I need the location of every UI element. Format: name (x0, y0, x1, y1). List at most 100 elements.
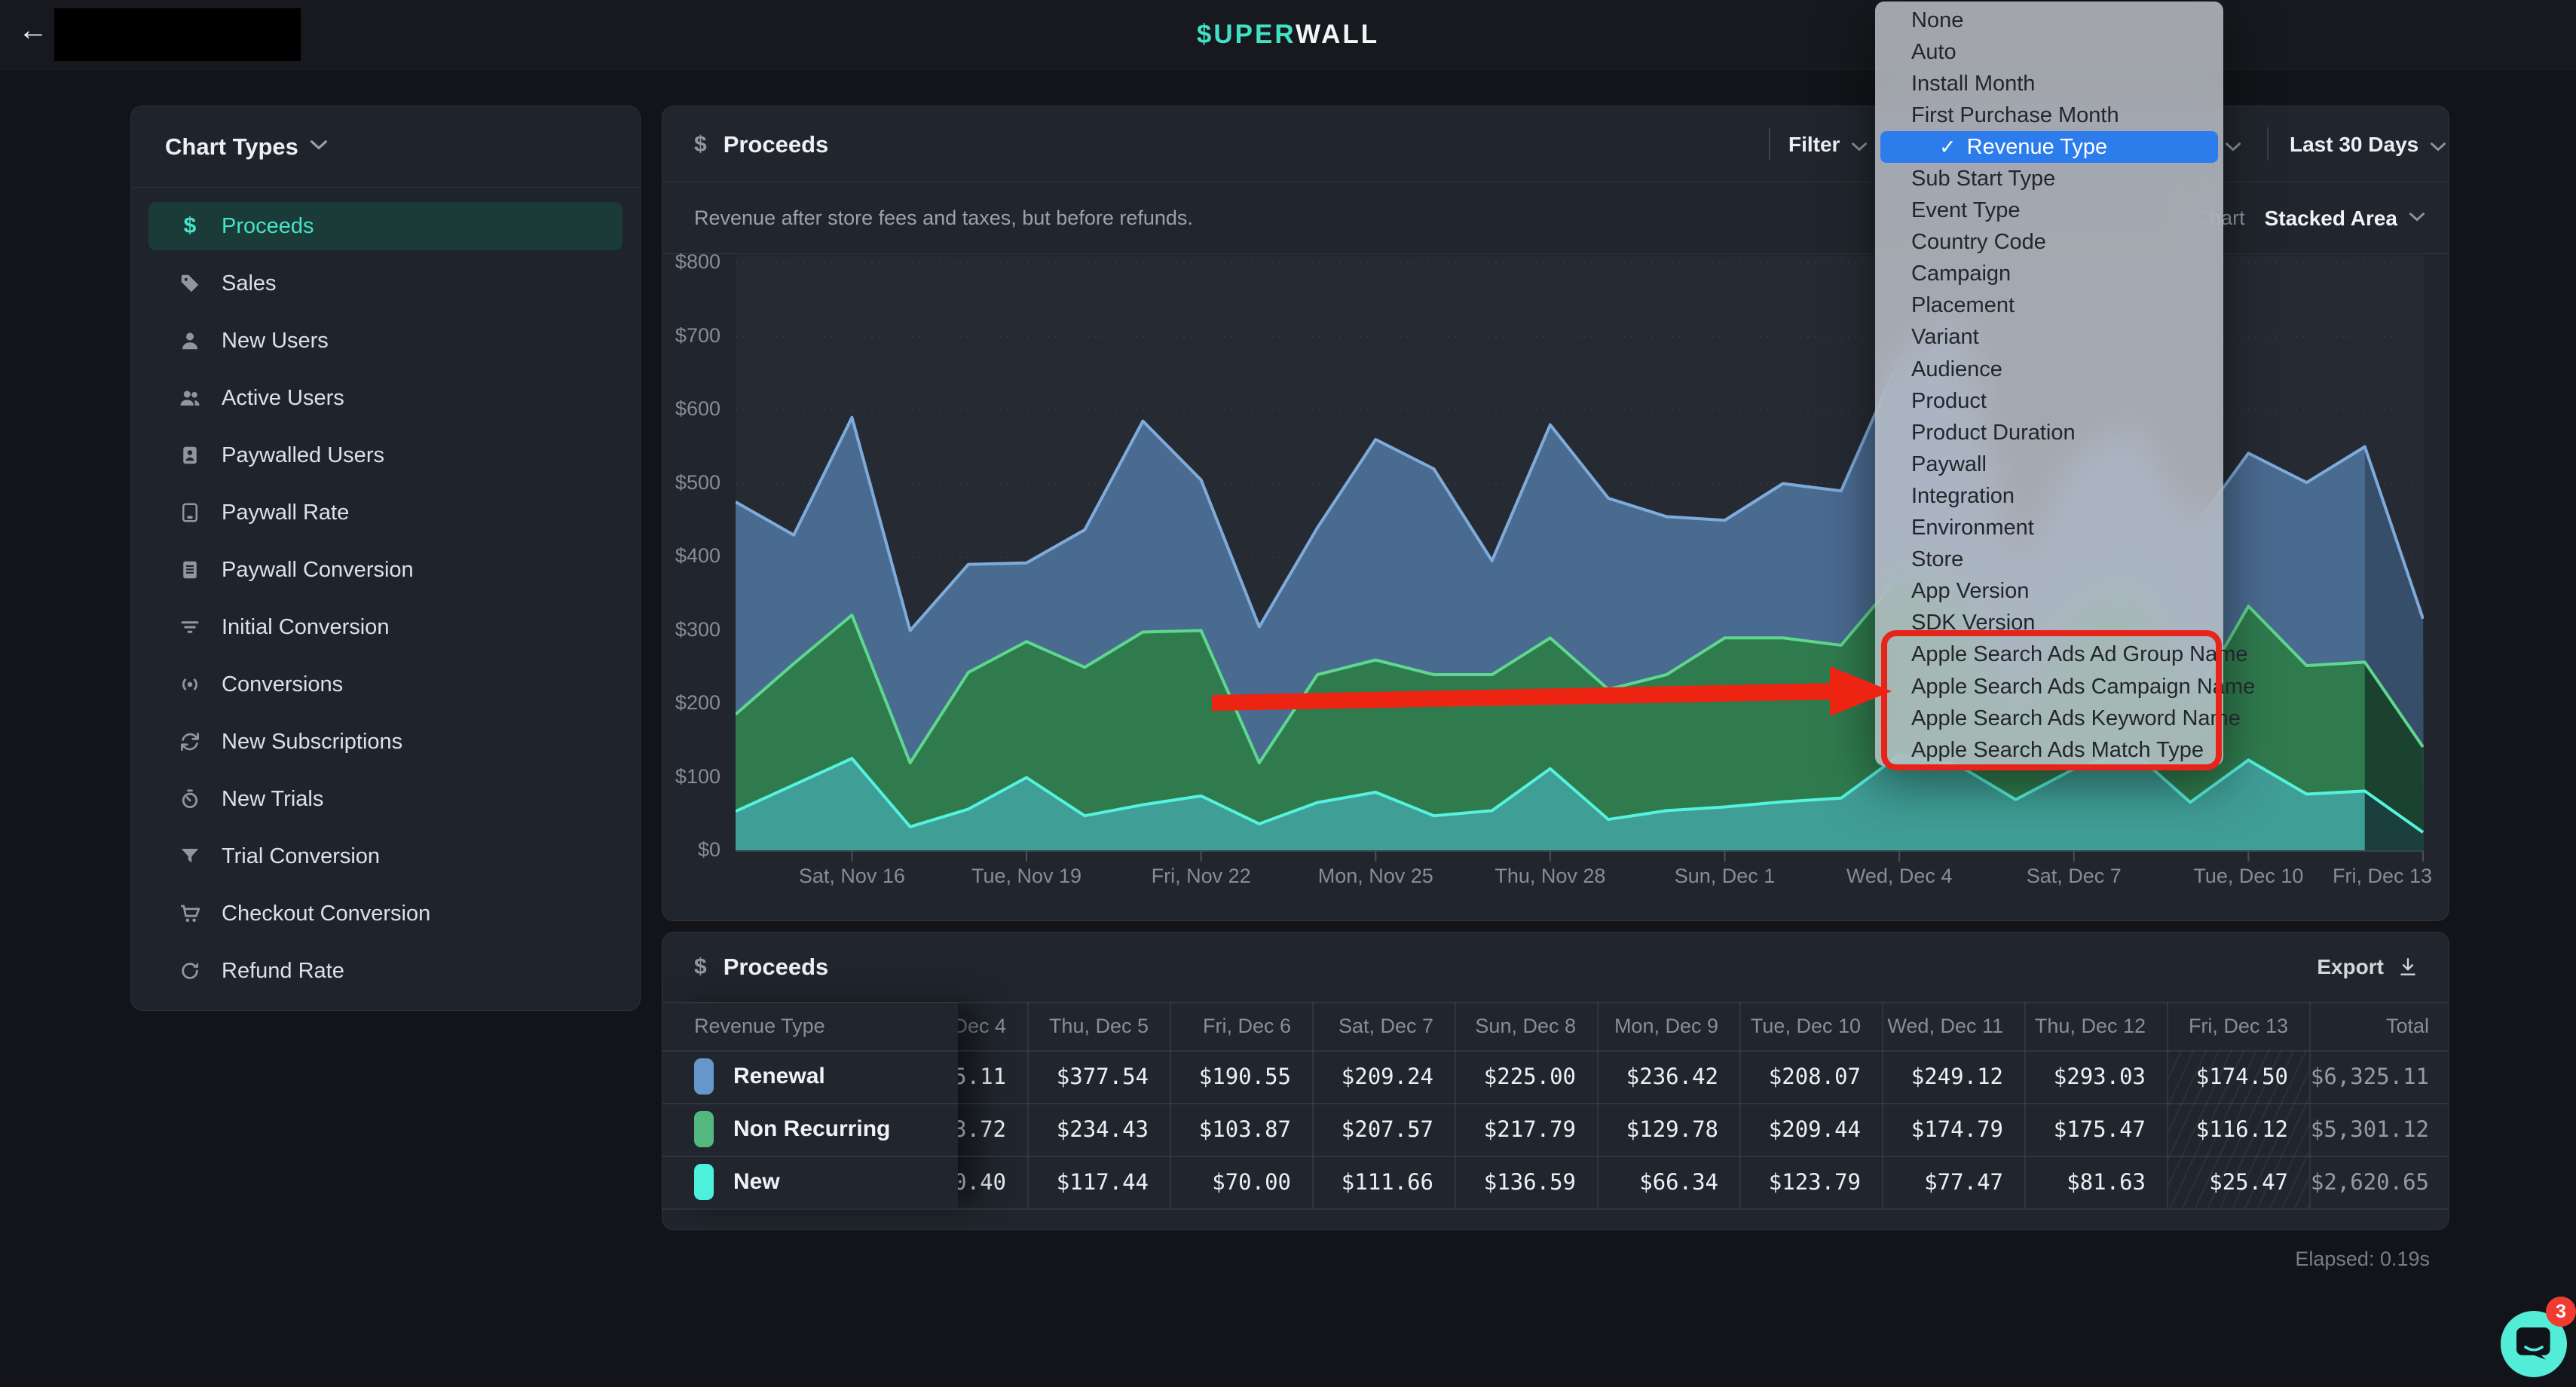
dropdown-option-auto[interactable]: Auto (1875, 36, 2223, 68)
table-column-thu-dec-5: Thu, Dec 5$377.54$234.43$117.44 (1027, 1002, 1170, 1208)
sidebar-item-sales[interactable]: Sales (148, 259, 623, 308)
sidebar-item-label: Initial Conversion (222, 615, 389, 640)
dropdown-option-none[interactable]: None (1875, 5, 2223, 36)
sidebar-item-paywall-conversion[interactable]: Paywall Conversion (148, 546, 623, 594)
table-cell-total: $2,620.65 (2311, 1156, 2449, 1208)
sidebar-item-refund-rate[interactable]: Refund Rate (148, 947, 623, 995)
export-button[interactable]: Export (2317, 932, 2418, 1002)
dropdown-option-event-type[interactable]: Event Type (1875, 195, 2223, 227)
table-cell: $234.43 (1029, 1103, 1170, 1156)
sidebar-item-label: Refund Rate (222, 959, 344, 984)
x-axis-tick-label: Sat, Dec 7 (1976, 865, 2172, 888)
series-color-chip (694, 1111, 714, 1147)
sidebar-item-active-users[interactable]: Active Users (148, 374, 623, 422)
dropdown-option-integration[interactable]: Integration (1875, 480, 2223, 512)
table-cell: $77.47 (1883, 1156, 2024, 1208)
dropdown-option-variant[interactable]: Variant (1875, 322, 2223, 354)
y-axis-tick-label: $200 (623, 691, 720, 715)
table-column-fri-dec-6: Fri, Dec 6$190.55$103.87$70.00 (1170, 1002, 1312, 1208)
dropdown-option-apple-search-ads-ad-group-name[interactable]: Apple Search Ads Ad Group Name (1875, 639, 2223, 671)
users-icon (178, 386, 202, 410)
sidebar-item-paywall-rate[interactable]: Paywall Rate (148, 488, 623, 537)
chevron-down-icon (2226, 133, 2241, 157)
sidebar-item-conversions[interactable]: Conversions (148, 660, 623, 709)
dropdown-option-product-duration[interactable]: Product Duration (1875, 417, 2223, 449)
chat-bubble-icon (2516, 1327, 2551, 1361)
y-axis-tick-label: $0 (623, 838, 720, 862)
x-axis-tick-label: Tue, Nov 19 (929, 865, 1124, 888)
sidebar-item-new-users[interactable]: New Users (148, 317, 623, 365)
back-button[interactable]: ← (18, 14, 48, 47)
sidebar-item-trial-conversion[interactable]: Trial Conversion (148, 832, 623, 880)
table-cell: $209.24 (1314, 1050, 1455, 1103)
sidebar-item-initial-conversion[interactable]: Initial Conversion (148, 603, 623, 651)
dropdown-option-audience[interactable]: Audience (1875, 354, 2223, 385)
sidebar-item-label: Trial Conversion (222, 844, 380, 869)
logo-rest: WALL (1296, 20, 1379, 49)
superwall-dashboard: ← $UPERWALL Chart Types $Proceeds Sales Ne… (0, 0, 2576, 1387)
chart-type-select[interactable]: Chart Stacked Area (2195, 182, 2425, 254)
incomplete-day-hatch (2168, 1050, 2309, 1208)
table-cell: $217.79 (1456, 1103, 1597, 1156)
dropdown-option-install-month[interactable]: Install Month (1875, 68, 2223, 100)
group-by-select-chevron[interactable] (2226, 106, 2241, 182)
sidebar-item-new-subscriptions[interactable]: New Subscriptions (148, 718, 623, 766)
dropdown-option-apple-search-ads-keyword-name[interactable]: Apple Search Ads Keyword Name (1875, 703, 2223, 734)
x-axis-tick-label: Sun, Dec 1 (1627, 865, 1823, 888)
column-header: Thu, Dec 5 (1029, 1002, 1170, 1050)
sidebar-item-label: Paywalled Users (222, 443, 384, 468)
table-cell: $111.66 (1314, 1156, 1455, 1208)
dropdown-option-sub-start-type[interactable]: Sub Start Type (1875, 163, 2223, 194)
series-color-chip (694, 1164, 714, 1200)
table-cell: $377.54 (1029, 1050, 1170, 1103)
sidebar-item-paywalled-users[interactable]: Paywalled Users (148, 431, 623, 479)
dropdown-option-apple-search-ads-campaign-name[interactable]: Apple Search Ads Campaign Name (1875, 671, 2223, 703)
dropdown-option-apple-search-ads-match-type[interactable]: Apple Search Ads Match Type (1875, 734, 2223, 766)
filter-button[interactable]: Filter (1788, 106, 1867, 182)
series-name: New (733, 1169, 780, 1195)
chevron-down-icon (2431, 133, 2446, 157)
column-header: Wed, Dec 11 (1883, 1002, 2024, 1050)
checkmark-icon: ✓ (1939, 136, 1956, 159)
sidebar-item-checkout-conversion[interactable]: Checkout Conversion (148, 889, 623, 938)
revenue-type-header: Revenue Type (662, 1002, 958, 1050)
chart-types-header[interactable]: Chart Types (131, 106, 640, 188)
checkout-conversion-icon (178, 902, 202, 926)
dropdown-option-sdk-version[interactable]: SDK Version (1875, 608, 2223, 639)
table-column-thu-dec-12: Thu, Dec 12$293.03$175.47$81.63 (2024, 1002, 2167, 1208)
dropdown-option-environment[interactable]: Environment (1875, 513, 2223, 544)
dropdown-option-first-purchase-month[interactable]: First Purchase Month (1875, 100, 2223, 131)
y-axis-tick-label: $400 (623, 544, 720, 568)
dropdown-option-campaign[interactable]: Campaign (1875, 259, 2223, 290)
chart-types-list: $Proceeds Sales New Users Active Users Paywa… (131, 188, 640, 995)
table-column-tue-dec-10: Tue, Dec 10$208.07$209.44$123.79 (1739, 1002, 1882, 1208)
sidebar-item-proceeds[interactable]: $Proceeds (148, 202, 623, 250)
tag-icon (178, 271, 202, 295)
dropdown-option-placement[interactable]: Placement (1875, 290, 2223, 322)
date-range-select[interactable]: Last 30 Days (2290, 106, 2446, 182)
dropdown-option-revenue-type[interactable]: ✓Revenue Type (1880, 131, 2218, 163)
table-cell: $81.63 (2026, 1156, 2167, 1208)
table-cell: $293.03 (2026, 1050, 2167, 1103)
redacted-block (54, 8, 301, 61)
new-trials-icon (178, 787, 202, 811)
table-cell: $175.47 (2026, 1103, 2167, 1156)
dropdown-option-store[interactable]: Store (1875, 544, 2223, 576)
y-axis-tick-label: $500 (623, 471, 720, 494)
column-header: Sun, Dec 8 (1456, 1002, 1597, 1050)
table-cell: $207.57 (1314, 1103, 1455, 1156)
dropdown-option-app-version[interactable]: App Version (1875, 576, 2223, 608)
notification-badge: 3 (2546, 1297, 2576, 1327)
x-axis-tick-label: Wed, Dec 4 (1801, 865, 1997, 888)
dropdown-option-country-code[interactable]: Country Code (1875, 227, 2223, 259)
table-cell-total: $5,301.12 (2311, 1103, 2449, 1156)
logo-accent: $UPER (1197, 20, 1296, 49)
dollar-icon: $ (694, 132, 707, 158)
dropdown-option-product[interactable]: Product (1875, 385, 2223, 417)
dropdown-option-paywall[interactable]: Paywall (1875, 449, 2223, 480)
table-cell: $249.12 (1883, 1050, 2024, 1103)
initial-conversion-icon (178, 615, 202, 639)
table-cell: $208.07 (1741, 1050, 1882, 1103)
dollar-icon: $ (178, 214, 202, 238)
sidebar-item-new-trials[interactable]: New Trials (148, 775, 623, 823)
